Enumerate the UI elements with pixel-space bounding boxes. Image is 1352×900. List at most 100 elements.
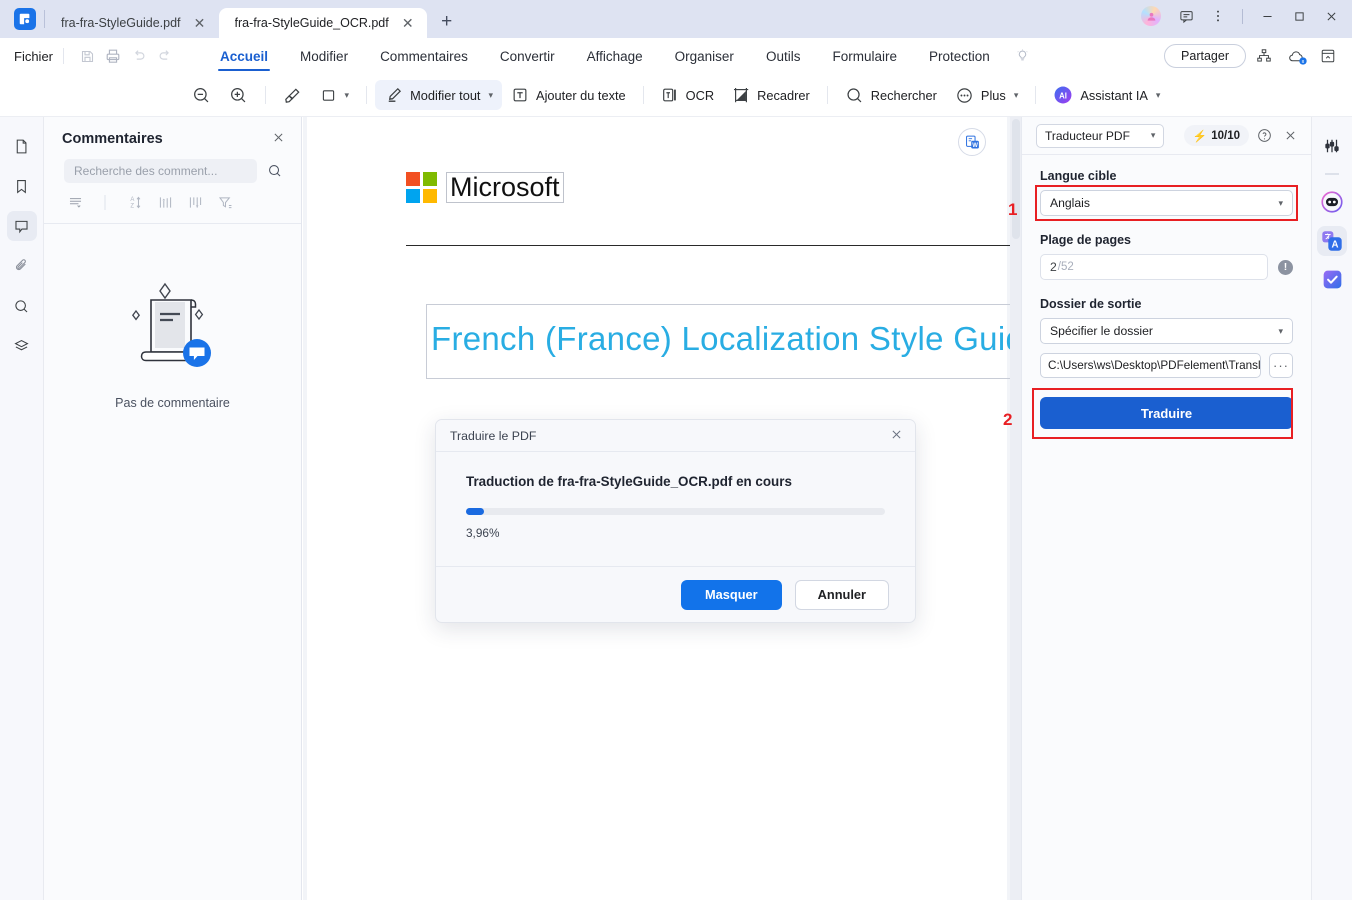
collapse-ribbon-icon[interactable] xyxy=(1314,43,1342,69)
sort-alpha-icon[interactable]: AZ xyxy=(122,191,148,213)
filter-icon[interactable] xyxy=(212,191,238,213)
page-range-info-icon[interactable]: ! xyxy=(1278,259,1293,275)
comments-search-icon[interactable] xyxy=(265,161,285,181)
more-options-icon[interactable] xyxy=(1203,3,1233,29)
search-button[interactable]: Rechercher xyxy=(836,80,946,110)
comments-header: Commentaires xyxy=(44,117,301,155)
svg-text:8: 8 xyxy=(1302,59,1305,65)
document-scrollbar[interactable] xyxy=(1010,117,1021,900)
ribbon-tab-outils[interactable]: Outils xyxy=(750,38,817,74)
translate-button-highlight: Traduire xyxy=(1032,388,1293,439)
maximize-button[interactable] xyxy=(1284,3,1314,29)
microsoft-wordmark: Microsoft xyxy=(446,172,564,203)
rail-item-ai-chat[interactable] xyxy=(1317,187,1347,217)
ribbon-tab-modifier[interactable]: Modifier xyxy=(284,38,364,74)
cloud-sync-icon[interactable]: 8 xyxy=(1282,43,1310,69)
add-text-button[interactable]: Ajouter du texte xyxy=(502,80,635,110)
left-navigation-rail xyxy=(0,117,44,900)
zoom-out-icon xyxy=(192,86,211,105)
tab-label: fra-fra-StyleGuide.pdf xyxy=(61,16,181,30)
file-menu[interactable]: Fichier xyxy=(14,49,53,64)
ai-assistant-button[interactable]: AI Assistant IA ▾ xyxy=(1044,80,1169,110)
tab-fra-fra-styleguide[interactable]: fra-fra-StyleGuide.pdf ✕ xyxy=(45,8,219,38)
browse-folder-button[interactable]: ··· xyxy=(1269,353,1293,378)
lightbulb-icon[interactable] xyxy=(1006,41,1040,71)
edit-all-label: Modifier tout xyxy=(410,87,481,103)
tab-fra-fra-styleguide-ocr[interactable]: fra-fra-StyleGuide_OCR.pdf ✕ xyxy=(218,8,427,38)
ribbon-tab-affichage[interactable]: Affichage xyxy=(571,38,659,74)
modal: Traduire le PDF Traduction de fra-fra-St… xyxy=(435,419,916,623)
translate-progress-dialog: Traduire le PDF Traduction de fra-fra-St… xyxy=(435,419,916,623)
comments-panel: Commentaires AZ xyxy=(44,117,302,900)
rail-item-comments[interactable] xyxy=(6,211,37,241)
list-view-icon[interactable] xyxy=(62,191,88,213)
feedback-icon[interactable] xyxy=(1171,3,1201,29)
network-share-icon[interactable] xyxy=(1250,43,1278,69)
tab-label: fra-fra-StyleGuide_OCR.pdf xyxy=(234,16,389,30)
rail-item-translator[interactable]: A xyxy=(1317,225,1347,256)
hide-button[interactable]: Masquer xyxy=(681,579,782,610)
header-rule xyxy=(406,245,1021,247)
tab-close-icon[interactable]: ✕ xyxy=(191,14,209,32)
ribbon-tab-convertir[interactable]: Convertir xyxy=(484,38,571,74)
ribbon-tab-protection[interactable]: Protection xyxy=(913,38,1006,74)
close-translator-panel-icon[interactable] xyxy=(1279,125,1301,147)
output-folder-mode-select[interactable]: Spécifier le dossier ▾ xyxy=(1040,318,1293,344)
tab-close-icon[interactable]: ✕ xyxy=(399,14,417,32)
ocr-button[interactable]: OCR xyxy=(652,80,723,110)
translator-mode-select[interactable]: Traducteur PDF ▾ xyxy=(1036,123,1165,148)
more-button[interactable]: Plus ▾ xyxy=(946,80,1027,110)
help-icon[interactable] xyxy=(1253,125,1275,147)
output-path-input[interactable]: C:\Users\ws\Desktop\PDFelement\Translat xyxy=(1040,353,1261,378)
close-window-button[interactable] xyxy=(1316,3,1346,29)
svg-text:W: W xyxy=(972,142,978,148)
progress-message: Traduction de fra-fra-StyleGuide_OCR.pdf… xyxy=(466,474,792,489)
ribbon-tab-organiser[interactable]: Organiser xyxy=(659,38,750,74)
translate-button[interactable]: Traduire xyxy=(1040,397,1293,429)
modal-body: Traduction de fra-fra-StyleGuide_OCR.pdf… xyxy=(436,452,915,566)
comments-toolbar: AZ xyxy=(44,183,301,223)
rail-item-properties[interactable] xyxy=(1317,131,1347,161)
modal-close-icon[interactable] xyxy=(890,428,903,443)
target-language-select[interactable]: Anglais ▾ xyxy=(1040,190,1293,216)
redo-icon[interactable] xyxy=(152,44,178,68)
minimize-button[interactable] xyxy=(1252,3,1282,29)
svg-text:A: A xyxy=(1331,239,1338,250)
callout-number-2: 2 xyxy=(1003,410,1013,429)
share-button[interactable]: Partager xyxy=(1164,44,1246,68)
rail-item-layers[interactable] xyxy=(7,331,37,361)
comments-search-input[interactable] xyxy=(64,159,257,183)
crop-button[interactable]: Recadrer xyxy=(723,80,819,110)
undo-icon[interactable] xyxy=(126,44,152,68)
save-icon[interactable] xyxy=(74,44,100,68)
highlight-button[interactable] xyxy=(274,80,311,110)
search-label: Rechercher xyxy=(870,87,937,103)
close-comments-icon[interactable] xyxy=(272,131,285,147)
new-tab-button[interactable]: + xyxy=(433,8,461,36)
rail-item-bookmarks[interactable] xyxy=(7,171,37,201)
sort-descending-icon[interactable] xyxy=(182,191,208,213)
rail-item-pages[interactable] xyxy=(7,131,37,161)
menu-separator xyxy=(63,48,65,64)
rail-item-search[interactable] xyxy=(7,291,37,321)
zoom-in-button[interactable] xyxy=(220,80,257,110)
rail-item-checklist[interactable] xyxy=(1317,265,1347,295)
page-range-input[interactable]: 2 /52 xyxy=(1040,254,1268,280)
zoom-out-button[interactable] xyxy=(183,80,220,110)
scrollbar-thumb[interactable] xyxy=(1011,119,1020,239)
ribbon-tab-commentaires[interactable]: Commentaires xyxy=(364,38,484,74)
export-to-word-icon[interactable]: W xyxy=(958,128,986,156)
highlighter-icon xyxy=(283,86,302,105)
rail-item-attachments[interactable] xyxy=(7,251,37,281)
svg-text:A: A xyxy=(130,196,134,202)
ribbon-tab-formulaire[interactable]: Formulaire xyxy=(816,38,913,74)
add-text-icon xyxy=(511,86,529,104)
ribbon-tab-accueil[interactable]: Accueil xyxy=(204,38,284,74)
edit-all-button[interactable]: Modifier tout ▾ xyxy=(375,80,503,110)
shape-button[interactable]: ▾ xyxy=(311,80,359,110)
print-icon[interactable] xyxy=(100,44,126,68)
avatar[interactable] xyxy=(1141,6,1161,26)
cancel-button[interactable]: Annuler xyxy=(794,579,889,610)
microsoft-logo: Microsoft xyxy=(406,172,564,203)
sort-ascending-icon[interactable] xyxy=(152,191,178,213)
